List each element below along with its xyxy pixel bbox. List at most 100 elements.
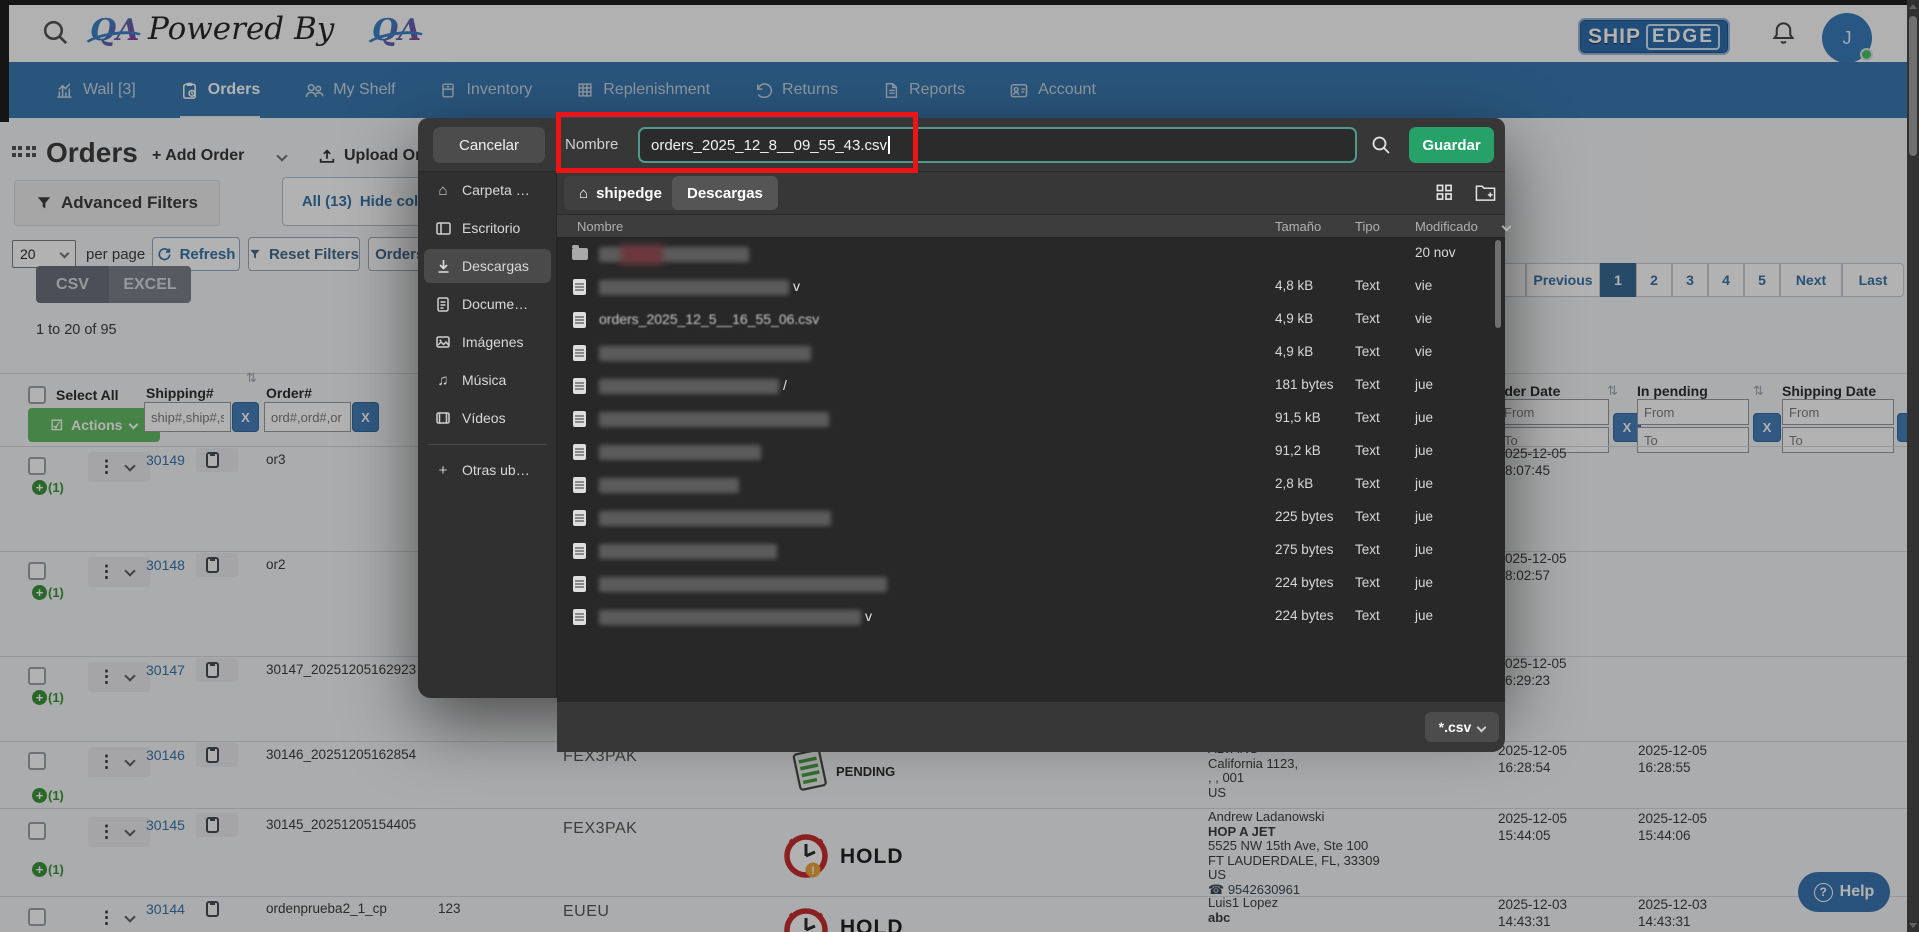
place-desktop[interactable]: Escritorio [424,211,551,245]
file-modified: vie [1415,311,1432,326]
file-size: 225 bytes [1275,509,1334,524]
save-button[interactable]: Guardar [1409,127,1494,163]
file-type: Text [1355,278,1380,293]
dialog-search-icon[interactable] [1370,134,1392,156]
app-root: QA Powered By QA SHIP EDGE J Wall [3] Or… [0,0,1919,932]
breadcrumb-root[interactable]: ⌂ shipedge [564,176,677,210]
redacted-file-name [599,610,861,625]
file-row[interactable]: 275 bytes Text jue [557,535,1505,568]
cancel-button[interactable]: Cancelar [433,127,545,163]
file-icon [573,279,586,295]
place-videos[interactable]: Vídeos [424,401,551,435]
file-type: Text [1355,608,1380,623]
image-icon [434,336,452,348]
file-icon [573,411,586,427]
file-size: 4,9 kB [1275,311,1313,326]
place-label: Imágenes [462,334,523,350]
grid-view-icon[interactable] [1435,183,1454,202]
file-size: 91,2 kB [1275,443,1321,458]
save-label: Guardar [1422,137,1480,154]
file-icon [573,576,586,592]
file-type: Text [1355,410,1380,425]
dialog-file-pane: ⌂ shipedge Descargas Nombre Tamaño Tipo M… [557,172,1505,698]
file-icon [573,543,586,559]
file-modified: jue [1415,377,1433,392]
file-icon [573,345,586,361]
file-type-filter-dropdown[interactable]: *.csv [1425,712,1499,742]
home-icon: ⌂ [434,182,452,199]
document-icon [434,297,452,312]
file-row[interactable]: v 224 bytes Text jue [557,601,1505,634]
place-label: Docume… [462,296,528,312]
file-type-filter-label: *.csv [1439,719,1472,735]
plus-icon: + [434,462,452,479]
redacted-file-name [599,511,831,526]
desktop-icon [434,222,452,235]
file-size: 91,5 kB [1275,410,1321,425]
home-icon: ⌂ [579,185,588,202]
file-icon [573,477,586,493]
file-row[interactable]: 2,8 kBTextjue [557,469,1505,502]
cancel-label: Cancelar [459,137,519,154]
file-size: 224 bytes [1275,608,1334,623]
breadcrumb-current-label: Descargas [687,185,763,202]
file-type: Text [1355,542,1380,557]
file-name-suffix: / [783,377,787,393]
redacted-file-name [599,346,811,361]
file-list-scrollbar-thumb[interactable] [1495,240,1501,328]
breadcrumb-root-label: shipedge [596,185,662,202]
file-row[interactable]: 91,5 kB Text jue [557,403,1505,436]
file-modified: vie [1415,278,1432,293]
file-type: Text [1355,443,1380,458]
download-icon [434,259,452,274]
file-row[interactable]: 225 bytesTextjue [557,502,1505,535]
redacted-file-name [599,280,789,295]
new-folder-icon[interactable] [1475,183,1496,202]
file-modified: jue [1415,608,1433,623]
col-modified[interactable]: Modificado [1415,219,1478,234]
place-downloads[interactable]: Descargas [424,249,551,283]
redacted-file-name [599,544,777,559]
place-home[interactable]: ⌂Carpeta … [424,173,551,207]
file-type: Text [1355,509,1380,524]
sidebar-divider [428,444,547,445]
place-label: Vídeos [462,410,506,426]
file-row[interactable]: / 181 bytesTextjue [557,370,1505,403]
file-modified: jue [1415,443,1433,458]
file-size: 181 bytes [1275,377,1334,392]
file-modified: jue [1415,410,1433,425]
file-row[interactable]: v 4,8 kBTextvie [557,271,1505,304]
file-row[interactable]: 4,9 kBTextvie [557,337,1505,370]
col-size[interactable]: Tamaño [1275,219,1321,234]
place-other-locations[interactable]: +Otras ub… [424,453,551,487]
file-row[interactable]: orders_2025_12_5__16_55_06.csv 4,9 kBTex… [557,304,1505,337]
file-type: Text [1355,476,1380,491]
music-icon: ♫ [434,372,452,389]
file-icon [573,312,586,328]
file-type: Text [1355,344,1380,359]
file-modified: jue [1415,542,1433,557]
file-row[interactable]: 224 bytesTextjue [557,568,1505,601]
file-modified: 20 nov [1415,245,1456,260]
chevron-down-icon [1477,722,1487,732]
file-modified: jue [1415,575,1433,590]
breadcrumb-current[interactable]: Descargas [672,176,778,210]
col-name[interactable]: Nombre [577,219,623,234]
redacted-file-name [599,577,887,592]
save-file-dialog: Cancelar Nombre orders_2025_12_8__09_55_… [418,118,1505,698]
place-images[interactable]: Imágenes [424,325,551,359]
file-row[interactable]: 20 nov [557,238,1505,271]
file-size: 224 bytes [1275,575,1334,590]
file-row[interactable]: 91,2 kB Text jue [557,436,1505,469]
file-size: 275 bytes [1275,542,1334,557]
file-list: 20 nov v 4,8 kBTextvie orders_2025_12_5_… [557,238,1505,702]
file-size: 2,8 kB [1275,476,1313,491]
place-label: Descargas [462,258,529,274]
dialog-bottom-bar: *.csv [557,702,1505,752]
file-name-suffix: v [865,608,872,624]
place-documents[interactable]: Docume… [424,287,551,321]
col-type[interactable]: Tipo [1355,219,1380,234]
file-modified: vie [1415,344,1432,359]
film-icon [434,412,452,424]
place-music[interactable]: ♫Música [424,363,551,397]
